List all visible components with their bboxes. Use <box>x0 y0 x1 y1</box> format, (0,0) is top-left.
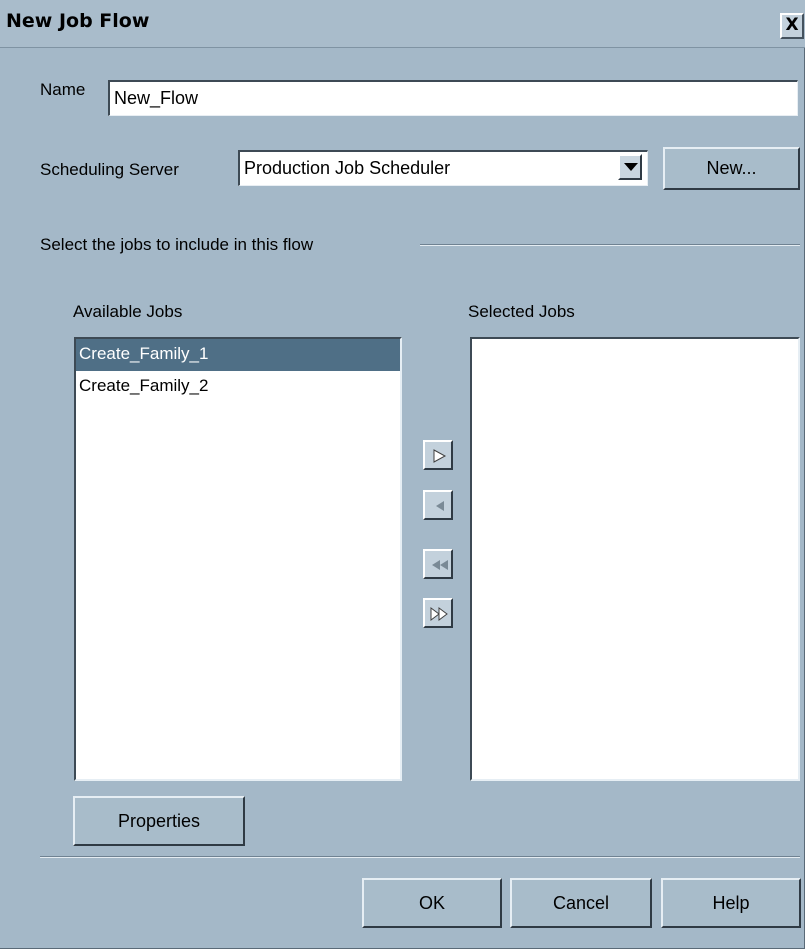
chevron-down-icon[interactable] <box>618 154 642 180</box>
properties-button[interactable]: Properties <box>73 796 245 846</box>
move-right-icon <box>433 449 447 463</box>
move-left-button[interactable] <box>423 490 453 520</box>
scheduling-server-label: Scheduling Server <box>40 160 179 179</box>
move-all-left-icon <box>432 560 448 570</box>
move-all-right-icon <box>430 607 448 621</box>
new-server-button[interactable]: New... <box>663 147 800 190</box>
section-divider <box>420 244 800 246</box>
list-item-create-family-2[interactable]: Create_Family_2 <box>76 371 400 403</box>
help-button-label: Help <box>712 893 750 913</box>
title-bar[interactable]: New Job Flow X <box>0 0 805 48</box>
ok-button[interactable]: OK <box>362 878 502 928</box>
name-label: Name <box>40 80 86 99</box>
selected-jobs-label: Selected Jobs <box>468 302 575 321</box>
ok-button-label: OK <box>418 893 445 913</box>
name-input[interactable]: New_Flow <box>108 80 798 116</box>
scheduling-server-dropdown[interactable]: Production Job Scheduler <box>238 150 648 186</box>
properties-button-label: Properties <box>117 811 201 831</box>
selected-jobs-list[interactable] <box>470 337 800 781</box>
scheduling-server-value: Production Job Scheduler <box>244 158 451 178</box>
new-job-flow-dialog: New Job Flow X Name New_Flow Scheduling … <box>0 0 805 949</box>
available-jobs-list[interactable]: Create_Family_1 Create_Family_2 <box>74 337 402 781</box>
new-server-button-label: New... <box>706 158 757 178</box>
cancel-button-label: Cancel <box>552 893 610 913</box>
available-jobs-label: Available Jobs <box>73 302 183 321</box>
move-all-right-button[interactable] <box>423 598 453 628</box>
close-button[interactable]: X <box>780 13 804 39</box>
cancel-button[interactable]: Cancel <box>510 878 652 928</box>
move-left-icon <box>436 501 444 511</box>
dialog-title: New Job Flow <box>6 10 150 32</box>
close-icon: X <box>785 15 799 35</box>
list-item-create-family-1[interactable]: Create_Family_1 <box>76 339 400 371</box>
jobs-section-label: Select the jobs to include in this flow <box>40 235 314 254</box>
help-button[interactable]: Help <box>661 878 801 928</box>
move-right-button[interactable] <box>423 440 453 470</box>
name-input-value: New_Flow <box>114 88 199 108</box>
bottom-divider <box>40 856 800 858</box>
move-all-left-button[interactable] <box>423 549 453 579</box>
